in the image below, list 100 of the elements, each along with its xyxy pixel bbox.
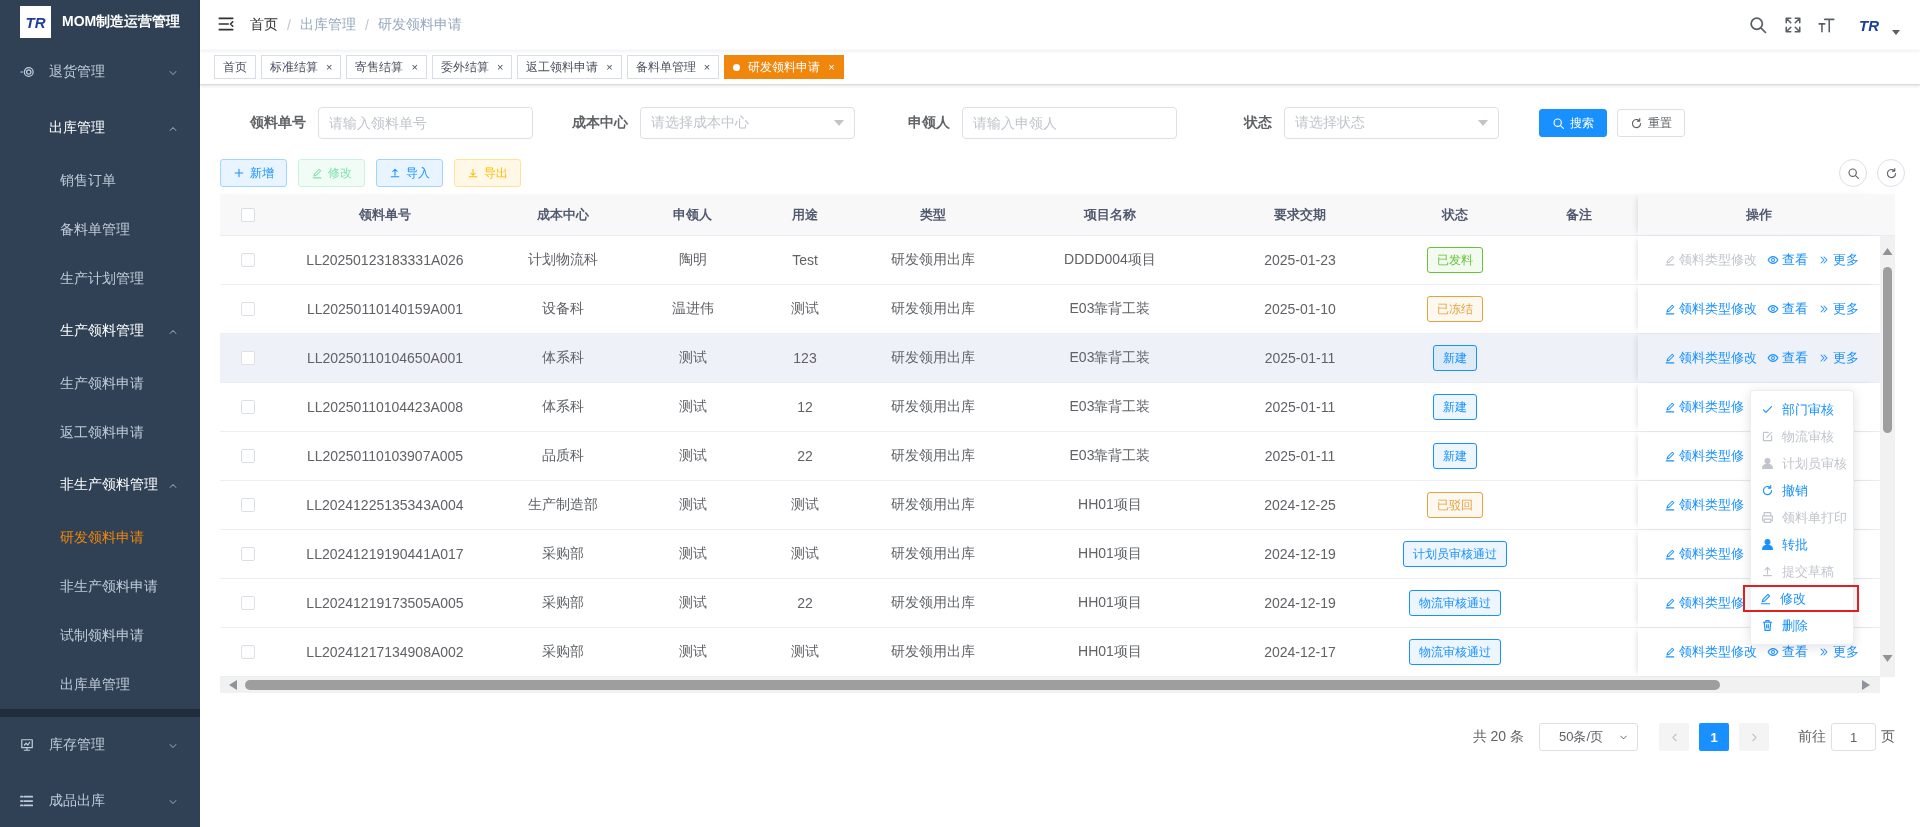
column-header: 项目名称 — [1084, 205, 1136, 224]
action-link[interactable]: 领料类型修改 — [1664, 349, 1757, 367]
table-row[interactable]: LL20250110104650A001 体系科 测试 123 研发领用出库 E03靠背工装 2025-01-11 新建 领料类型修改 查看 更多 — [220, 334, 1880, 383]
table-cell: 测试 — [678, 398, 707, 416]
reset-button[interactable]: 重置 — [1617, 109, 1685, 137]
column-header: 成本中心 — [536, 205, 589, 224]
tab[interactable]: 研发领料申请 × — [724, 55, 844, 79]
select-all-checkbox[interactable] — [240, 207, 255, 222]
menu-option[interactable]: 修改 — [1743, 585, 1859, 612]
menu-group[interactable]: 成品出库 — [0, 773, 200, 827]
table-cell: 测试 — [678, 349, 707, 367]
menu-item[interactable]: 销售订单 — [0, 156, 200, 205]
action-link[interactable]: 查看 — [1767, 349, 1808, 367]
table-cell: 研发领用出库 — [890, 643, 975, 661]
field-label: 成本中心 — [571, 114, 628, 132]
search-icon — [1846, 166, 1860, 180]
row-checkbox[interactable] — [240, 498, 255, 512]
action-link[interactable]: 更多 — [1818, 643, 1859, 661]
table-cell: LL20250123183331A026 — [306, 252, 464, 268]
table-row[interactable]: LL20250110140159A001 设备科 温进伟 测试 研发领用出库 E03靠背工装 2025-01-10 已冻结 领料类型修改 查看 更多 — [220, 285, 1880, 334]
avatar[interactable]: TR — [1852, 12, 1886, 38]
action-link[interactable]: 领料类型修 — [1664, 594, 1744, 612]
menu-item[interactable]: 研发领料申请 — [0, 513, 200, 562]
action-link[interactable]: 查看 — [1767, 300, 1808, 318]
field-label: 领料单号 — [249, 114, 306, 132]
action-link[interactable]: 领料类型修改 — [1664, 300, 1757, 318]
row-checkbox[interactable] — [240, 351, 255, 365]
menu-item[interactable]: 非生产领料申请 — [0, 562, 200, 611]
action-link[interactable]: 领料类型修 — [1664, 496, 1744, 514]
page-number[interactable]: 1 — [1699, 723, 1729, 751]
next-page-button[interactable] — [1739, 723, 1769, 751]
breadcrumb-separator: / — [364, 17, 369, 33]
search-button[interactable]: 搜索 — [1539, 109, 1607, 137]
double-chevron-icon — [1818, 352, 1830, 364]
tab[interactable]: 委外结算 × — [431, 55, 513, 79]
tab[interactable]: 首页 — [214, 55, 256, 79]
tab[interactable]: 备料单管理 × — [626, 55, 720, 79]
status-tag: 已驳回 — [1427, 492, 1483, 518]
table-cell: LL20241219190441A017 — [306, 546, 464, 562]
vertical-scrollbar[interactable] — [1880, 236, 1895, 677]
status-tag: 新建 — [1433, 394, 1477, 420]
prev-page-button[interactable] — [1659, 723, 1689, 751]
action-link[interactable]: 更多 — [1818, 349, 1859, 367]
table-cell: 采购部 — [541, 594, 584, 612]
row-checkbox[interactable] — [240, 302, 255, 316]
column-header: 状态 — [1442, 205, 1468, 224]
pencil-icon — [1664, 548, 1676, 560]
menu-option[interactable]: 转批 — [1753, 531, 1851, 558]
action-link[interactable]: 领料类型修 — [1664, 447, 1744, 465]
toolbar-button[interactable]: 导入 — [376, 159, 443, 187]
toolbar-button[interactable]: 新增 — [220, 159, 287, 187]
menu-group[interactable]: 非生产领料管理 — [0, 457, 200, 513]
action-link[interactable]: 领料类型修改 — [1664, 643, 1757, 661]
page-input[interactable]: 1 — [1831, 723, 1876, 751]
menu-group[interactable]: 出库管理 — [0, 100, 200, 156]
column-header: 类型 — [919, 205, 946, 224]
menu-item[interactable]: 生产领料申请 — [0, 359, 200, 408]
row-checkbox[interactable] — [240, 253, 255, 267]
tab[interactable]: 返工领料申请 × — [517, 55, 622, 79]
table-cell: 2024-12-19 — [1264, 546, 1336, 562]
horizontal-scrollbar[interactable] — [220, 677, 1880, 693]
caret-icon[interactable] — [1892, 29, 1900, 35]
search-button[interactable] — [1839, 159, 1867, 187]
action-link[interactable]: 查看 — [1767, 643, 1808, 661]
menu-group[interactable]: 退货管理 — [0, 44, 200, 100]
goto-label: 前往 — [1798, 728, 1826, 746]
row-checkbox[interactable] — [240, 449, 255, 463]
action-link[interactable]: 领料类型修 — [1664, 398, 1744, 416]
eye-icon — [1767, 303, 1779, 315]
menu-group[interactable]: 库存管理 — [0, 717, 200, 773]
action-link[interactable]: 更多 — [1818, 251, 1859, 269]
menu-item[interactable]: 出库单管理 — [0, 660, 200, 709]
menu-item[interactable]: 返工领料申请 — [0, 408, 200, 457]
menu-group[interactable]: 生产领料管理 — [0, 303, 200, 359]
row-checkbox[interactable] — [240, 645, 255, 659]
action-link[interactable]: 领料类型修 — [1664, 545, 1744, 563]
row-checkbox[interactable] — [240, 400, 255, 414]
row-checkbox[interactable] — [240, 596, 255, 610]
field-label: 状态 — [1242, 114, 1272, 132]
breadcrumb-item[interactable]: 首页 — [250, 16, 278, 34]
table-cell: 2024-12-19 — [1264, 595, 1336, 611]
input-field[interactable]: 请输入申领人 — [962, 107, 1177, 139]
tab[interactable]: 标准结算 × — [261, 55, 342, 79]
table-cell: 测试 — [791, 643, 819, 661]
row-checkbox[interactable] — [240, 547, 255, 561]
action-link[interactable]: 查看 — [1767, 251, 1808, 269]
page-size-select[interactable]: 50条/页 — [1539, 723, 1638, 751]
table-cell: HH01项目 — [1078, 643, 1142, 661]
table-cell: 研发领用出库 — [890, 349, 975, 367]
action-link[interactable]: 更多 — [1818, 300, 1859, 318]
input-field[interactable]: 请输入领料单号 — [318, 107, 533, 139]
refresh-button[interactable] — [1877, 159, 1905, 187]
pencil-icon — [1664, 303, 1676, 315]
pencil-icon — [1664, 401, 1676, 413]
menu-item[interactable]: 备料单管理 — [0, 205, 200, 254]
menu-item[interactable]: 生产计划管理 — [0, 254, 200, 303]
tab[interactable]: 寄售结算 × — [346, 55, 427, 79]
menu-item[interactable]: 试制领料申请 — [0, 611, 200, 660]
menu-option[interactable]: 部门审核 — [1753, 396, 1851, 423]
font-size-icon — [1818, 16, 1836, 34]
